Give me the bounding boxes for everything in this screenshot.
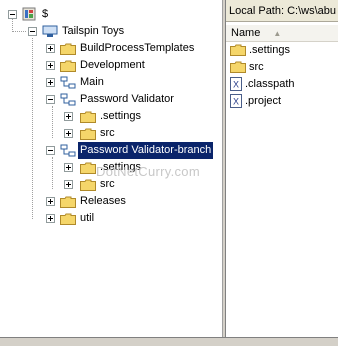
tree-node-label: Main — [80, 76, 104, 88]
tree-node-folder[interactable]: src — [0, 125, 222, 142]
expand-toggle[interactable] — [46, 44, 55, 53]
expand-toggle[interactable] — [46, 61, 55, 70]
tree-node-label: Development — [80, 59, 145, 71]
expand-toggle[interactable] — [46, 214, 55, 223]
collapse-toggle[interactable] — [8, 10, 17, 19]
tree-node-branch-selected[interactable]: Password Validator-branch — [0, 142, 222, 159]
file-name: .project — [245, 95, 282, 107]
server-icon — [22, 7, 36, 21]
file-name: .settings — [249, 44, 290, 56]
svg-text:X: X — [233, 97, 239, 107]
file-list-item[interactable]: X .project — [230, 93, 281, 110]
expand-toggle[interactable] — [64, 180, 73, 189]
tree-node-label: $ — [42, 8, 49, 20]
expand-toggle[interactable] — [46, 197, 55, 206]
folder-icon — [80, 128, 96, 140]
folder-tree[interactable]: $ Tailspin Toys BuildProcessTemplates De… — [0, 0, 222, 345]
sort-ascending-icon: ▲ — [273, 29, 282, 38]
file-list-pane: Local Path: C:\ws\abu Name ▲ .settings s… — [226, 0, 338, 345]
source-control-explorer: $ Tailspin Toys BuildProcessTemplates De… — [0, 0, 338, 346]
tree-node-label: .settings — [100, 110, 141, 122]
collapse-toggle[interactable] — [46, 95, 55, 104]
tree-node-label: Password Validator — [80, 93, 174, 105]
folder-icon — [60, 213, 76, 225]
file-list-item[interactable]: .settings — [230, 42, 290, 59]
svg-text:X: X — [233, 80, 239, 90]
folder-icon — [80, 111, 96, 123]
folder-icon — [230, 61, 246, 74]
column-header-label: Name — [231, 27, 261, 39]
expand-toggle[interactable] — [64, 129, 73, 138]
tree-node-folder[interactable]: BuildProcessTemplates — [0, 40, 222, 57]
tree-node-label: src — [100, 127, 115, 139]
expand-toggle[interactable] — [46, 78, 55, 87]
tree-node-label: Password Validator-branch — [78, 142, 214, 159]
folder-icon — [60, 60, 76, 72]
expand-toggle[interactable] — [64, 163, 73, 172]
folder-icon — [60, 196, 76, 208]
team-project-icon — [42, 25, 58, 37]
tree-node-folder[interactable]: .settings — [0, 108, 222, 125]
file-name: src — [249, 61, 264, 73]
column-header-name[interactable]: Name ▲ — [226, 24, 338, 42]
file-name: .classpath — [245, 78, 295, 90]
expand-toggle[interactable] — [64, 112, 73, 121]
folder-icon — [80, 162, 96, 174]
folder-icon — [230, 44, 246, 57]
tree-node-label: BuildProcessTemplates — [80, 42, 195, 54]
tree-node-label: Releases — [80, 195, 126, 207]
watermark: DotNetCurry.com — [96, 164, 200, 179]
xml-file-icon: X — [230, 77, 242, 92]
tree-node-folder[interactable]: util — [0, 210, 222, 227]
tree-node-folder[interactable]: Development — [0, 57, 222, 74]
file-list-item[interactable]: src — [230, 59, 264, 76]
tree-node-branch[interactable]: Main — [0, 74, 222, 91]
branch-icon — [60, 76, 76, 89]
local-path-bar[interactable]: Local Path: C:\ws\abu — [226, 0, 338, 22]
file-list-item[interactable]: X .classpath — [230, 76, 295, 93]
folder-icon — [60, 43, 76, 55]
tree-node-label: Tailspin Toys — [62, 25, 125, 37]
xml-file-icon: X — [230, 94, 242, 109]
collapse-toggle[interactable] — [28, 27, 37, 36]
branch-icon — [60, 144, 76, 157]
folder-icon — [80, 179, 96, 191]
tree-node-folder[interactable]: Releases — [0, 193, 222, 210]
tree-node-root[interactable]: $ — [0, 6, 222, 23]
tree-node-branch[interactable]: Password Validator — [0, 91, 222, 108]
branch-icon — [60, 93, 76, 106]
tree-node-label: util — [80, 212, 95, 224]
tree-node-project[interactable]: Tailspin Toys — [0, 23, 222, 40]
collapse-toggle[interactable] — [46, 146, 55, 155]
